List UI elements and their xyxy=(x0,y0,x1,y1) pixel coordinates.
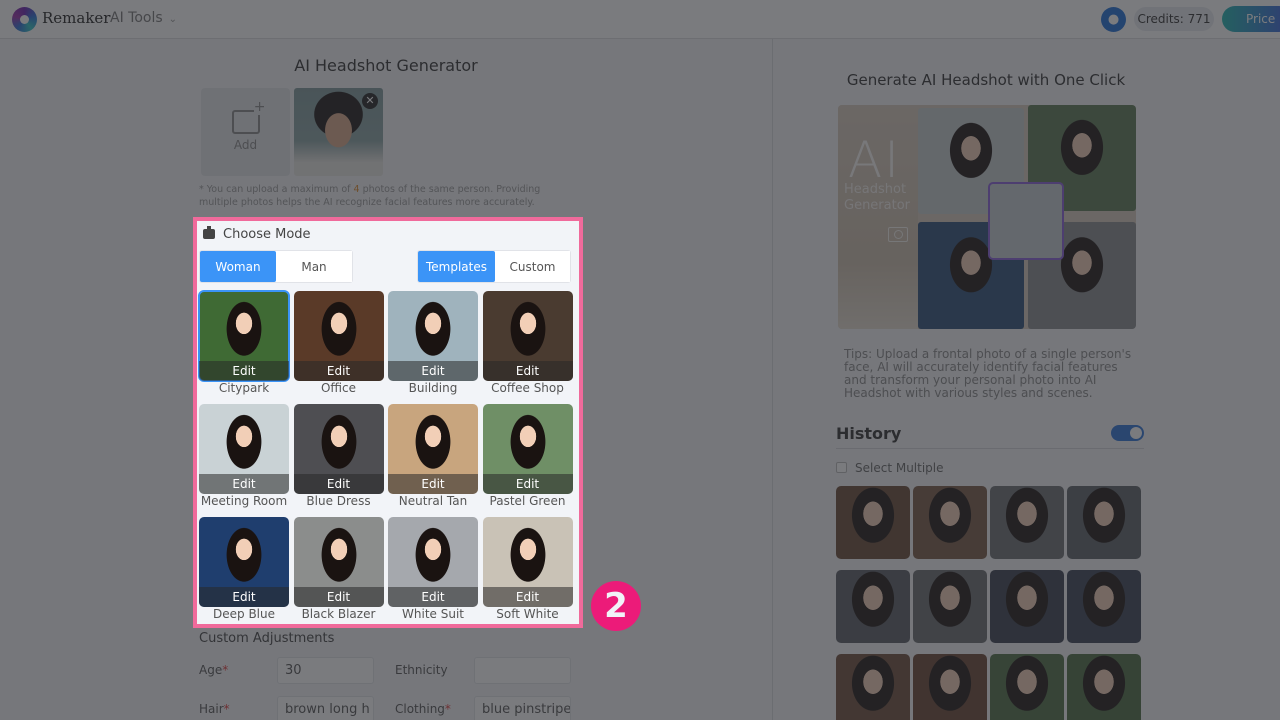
template-thumbnail[interactable]: Edit xyxy=(293,404,384,494)
edit-button[interactable]: Edit xyxy=(199,587,289,607)
edit-button[interactable]: Edit xyxy=(199,361,289,381)
edit-button[interactable]: Edit xyxy=(199,474,289,494)
template-name: Soft White xyxy=(496,607,559,621)
template-name: Black Blazer xyxy=(301,607,376,621)
edit-button[interactable]: Edit xyxy=(388,587,478,607)
step-badge: 2 xyxy=(591,581,641,631)
gender-toggle: Woman Man xyxy=(199,250,353,283)
edit-button[interactable]: Edit xyxy=(482,587,573,607)
template-card[interactable]: Edit Coffee Shop xyxy=(482,291,573,404)
choose-mode-panel: Choose Mode Woman Man Templates Custom E… xyxy=(193,217,583,628)
template-name: Deep Blue xyxy=(213,607,275,621)
template-card[interactable]: Edit Meeting Room xyxy=(199,404,289,517)
template-name: Blue Dress xyxy=(306,494,371,508)
template-card[interactable]: Edit Black Blazer xyxy=(293,517,384,630)
template-card[interactable]: Edit Blue Dress xyxy=(293,404,384,517)
template-thumbnail[interactable]: Edit xyxy=(482,517,573,607)
template-thumbnail[interactable]: Edit xyxy=(388,404,478,494)
edit-button[interactable]: Edit xyxy=(388,474,478,494)
edit-button[interactable]: Edit xyxy=(482,474,573,494)
template-card[interactable]: Edit Office xyxy=(293,291,384,404)
template-card[interactable]: Edit Neutral Tan xyxy=(388,404,478,517)
template-thumbnail[interactable]: Edit xyxy=(199,517,289,607)
robot-icon xyxy=(203,226,215,239)
edit-button[interactable]: Edit xyxy=(293,361,384,381)
template-thumbnail[interactable]: Edit xyxy=(199,404,289,494)
template-card[interactable]: Edit White Suit xyxy=(388,517,478,630)
template-name: Pastel Green xyxy=(489,494,566,508)
template-thumbnail[interactable]: Edit xyxy=(198,290,290,382)
template-card[interactable]: Edit Pastel Green xyxy=(482,404,573,517)
template-thumbnail[interactable]: Edit xyxy=(293,291,384,381)
choose-mode-title: Choose Mode xyxy=(223,227,311,242)
mode-toggle: Templates Custom xyxy=(417,250,571,283)
template-name: Citypark xyxy=(218,381,270,395)
template-card[interactable]: Edit Building xyxy=(388,291,478,404)
template-thumbnail[interactable]: Edit xyxy=(388,291,478,381)
template-grid: Edit Citypark Edit Office Edit Building Edit Co… xyxy=(198,290,573,630)
template-card[interactable]: Edit Deep Blue xyxy=(199,517,289,630)
choose-mode-header: Choose Mode xyxy=(203,226,311,242)
template-name: White Suit xyxy=(402,607,464,621)
template-thumbnail[interactable]: Edit xyxy=(482,404,573,494)
man-button[interactable]: Man xyxy=(276,251,352,282)
edit-button[interactable]: Edit xyxy=(482,361,573,381)
template-name: Neutral Tan xyxy=(398,494,468,508)
template-thumbnail[interactable]: Edit xyxy=(482,291,573,381)
template-name: Office xyxy=(320,381,357,395)
template-thumbnail[interactable]: Edit xyxy=(388,517,478,607)
custom-button[interactable]: Custom xyxy=(495,251,570,282)
template-name: Coffee Shop xyxy=(491,381,564,395)
template-card[interactable]: Edit Soft White xyxy=(482,517,573,630)
template-name: Building xyxy=(408,381,458,395)
woman-button[interactable]: Woman xyxy=(200,251,276,282)
edit-button[interactable]: Edit xyxy=(293,474,384,494)
edit-button[interactable]: Edit xyxy=(388,361,478,381)
edit-button[interactable]: Edit xyxy=(293,587,384,607)
template-name: Meeting Room xyxy=(200,494,288,508)
templates-button[interactable]: Templates xyxy=(418,251,495,282)
template-thumbnail[interactable]: Edit xyxy=(293,517,384,607)
template-card[interactable]: Edit Citypark xyxy=(198,290,290,404)
